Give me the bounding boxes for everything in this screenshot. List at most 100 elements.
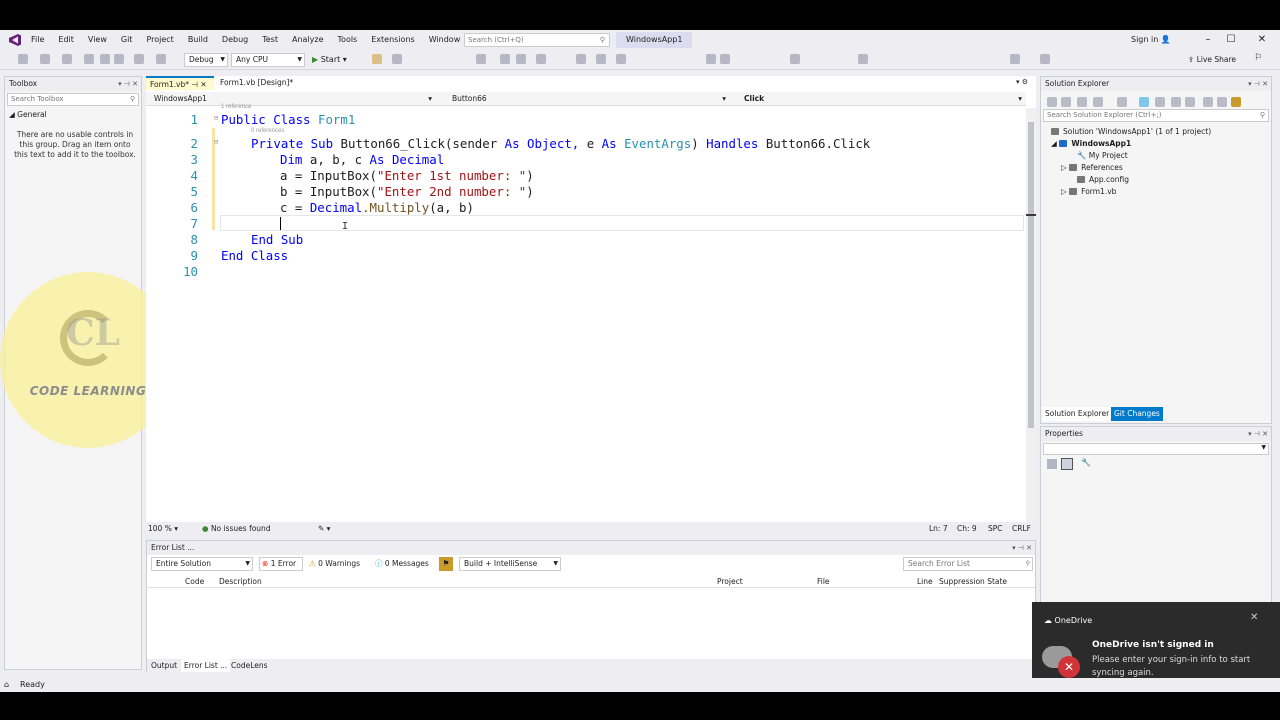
menu-build[interactable]: Build	[181, 30, 215, 50]
refresh-icon[interactable]	[1155, 97, 1165, 107]
menu-project[interactable]: Project	[139, 30, 180, 50]
sync-icon[interactable]	[1139, 97, 1149, 107]
global-search-input[interactable]: Search (Ctrl+Q) ⚲	[464, 33, 610, 47]
solution-config-select[interactable]: Debug ▼	[184, 53, 228, 67]
pending-changes-icon[interactable]	[1117, 97, 1127, 107]
format-icon[interactable]	[536, 54, 546, 64]
menu-edit[interactable]: Edit	[51, 30, 81, 50]
column-project[interactable]: Project	[717, 575, 743, 588]
codelens-reference[interactable]: 0 references	[251, 128, 284, 134]
maximize-button[interactable]: ☐	[1219, 30, 1243, 50]
tree-project[interactable]: ◢ WindowsApp1	[1051, 139, 1131, 148]
home-icon[interactable]	[1077, 97, 1087, 107]
indent-mode[interactable]: SPC	[988, 522, 1003, 536]
error-scope-select[interactable]: Entire Solution ▼	[151, 557, 253, 571]
column-code[interactable]: Code	[185, 575, 204, 588]
messages-filter-toggle[interactable]: ⓘ 0 Messages	[375, 557, 429, 571]
panel-controls[interactable]: ▾ ⊣ ✕	[1248, 427, 1268, 441]
brush-icon[interactable]: ✎ ▾	[318, 522, 330, 536]
solution-platform-select[interactable]: Any CPU ▼	[231, 53, 305, 67]
menu-debug[interactable]: Debug	[215, 30, 255, 50]
back-icon[interactable]	[1047, 97, 1057, 107]
menu-analyze[interactable]: Analyze	[285, 30, 331, 50]
codelens-reference[interactable]: 1 reference	[221, 104, 251, 110]
menu-test[interactable]: Test	[255, 30, 285, 50]
column-description[interactable]: Description	[219, 575, 262, 588]
editor-vertical-scrollbar[interactable]	[1026, 108, 1036, 522]
collapse-all-icon[interactable]	[1171, 97, 1181, 107]
tree-my-project[interactable]: 🔧 My Project	[1077, 151, 1128, 160]
toolbox-group-general[interactable]: ◢ General	[9, 110, 47, 119]
column-file[interactable]: File	[817, 575, 830, 588]
new-project-icon[interactable]	[62, 54, 72, 64]
grid-icon[interactable]	[720, 54, 730, 64]
close-window-button[interactable]: ✕	[1250, 30, 1274, 50]
menu-view[interactable]: View	[81, 30, 114, 50]
nav-object-dropdown[interactable]: Button66 ▾	[444, 93, 730, 105]
redo-icon[interactable]	[156, 54, 166, 64]
issues-indicator[interactable]: ● No issues found	[202, 522, 271, 536]
menu-extensions[interactable]: Extensions	[364, 30, 421, 50]
save-all-icon[interactable]	[114, 54, 124, 64]
tab-solution-explorer[interactable]: Solution Explorer	[1043, 407, 1112, 421]
menu-git[interactable]: Git	[114, 30, 140, 50]
pin-icon[interactable]: ⊣	[191, 80, 198, 89]
tab-form1-vb[interactable]: Form1.vb* ⊣ ✕	[146, 76, 214, 90]
properties-object-select[interactable]: ▼	[1043, 443, 1269, 455]
browse-icon[interactable]	[372, 54, 382, 64]
sign-in-link[interactable]: Sign in 👤	[1131, 30, 1171, 50]
tab-overflow-icon[interactable]: ▾ ⚙	[1016, 78, 1028, 86]
close-icon[interactable]: ✕	[1250, 612, 1258, 623]
categorized-icon[interactable]	[1047, 459, 1057, 469]
step-out-icon[interactable]	[516, 54, 526, 64]
navigate-back-icon[interactable]	[18, 54, 28, 64]
nav-event-dropdown[interactable]: Click ▾	[736, 93, 1026, 105]
forward-icon[interactable]	[1061, 97, 1071, 107]
nav-project-dropdown[interactable]: WindowsApp1 ▾	[146, 93, 436, 105]
toolbox-search-input[interactable]: Search Toolbox ⚲	[7, 93, 139, 106]
alphabetical-icon[interactable]	[1061, 458, 1073, 470]
step-into-icon[interactable]	[500, 54, 510, 64]
warnings-filter-toggle[interactable]: ⚠ 0 Warnings	[309, 557, 360, 571]
tab-error-list[interactable]: Error List ...	[181, 659, 231, 672]
spacing-icon[interactable]	[790, 54, 800, 64]
wrench-icon[interactable]: 🔧	[1081, 458, 1091, 467]
line-ending[interactable]: CRLF	[1012, 522, 1031, 536]
align-left-icon[interactable]	[576, 54, 586, 64]
align-center-icon[interactable]	[596, 54, 606, 64]
tab-form1-design[interactable]: Form1.vb [Design]* ⊣	[216, 76, 306, 101]
tree-app-config[interactable]: App.config	[1077, 175, 1129, 184]
tree-form1[interactable]: ▷ Form1.vb	[1061, 187, 1116, 196]
bookmark-icon[interactable]	[858, 54, 868, 64]
tab-output[interactable]: Output	[151, 659, 177, 672]
step-over-icon[interactable]	[476, 54, 486, 64]
start-button[interactable]: ▶ Start ▾	[312, 53, 347, 67]
tree-references[interactable]: ▷ References	[1061, 163, 1123, 172]
refresh-icon[interactable]	[1010, 54, 1020, 64]
close-icon[interactable]: ✕	[200, 80, 206, 89]
show-all-files-icon[interactable]	[1185, 97, 1195, 107]
code-text-area[interactable]: 1 2 3 4 5 6 7 8 9 10 ⊟ ⊟ 1 reference 0 r…	[146, 104, 1026, 492]
align-right-icon[interactable]	[616, 54, 626, 64]
menu-window[interactable]: Window	[422, 30, 468, 50]
menu-file[interactable]: File	[24, 30, 51, 50]
minimize-button[interactable]: –	[1196, 30, 1220, 50]
preview-icon[interactable]	[1231, 97, 1241, 107]
navigate-forward-icon[interactable]	[40, 54, 50, 64]
tree-solution[interactable]: Solution 'WindowsApp1' (1 of 1 project)	[1051, 127, 1211, 136]
build-filter-select[interactable]: Build + IntelliSense ▼	[459, 557, 561, 571]
undo-icon[interactable]	[134, 54, 144, 64]
hot-reload-icon[interactable]	[392, 54, 402, 64]
live-share-button[interactable]: ⇪ Live Share	[1188, 53, 1236, 67]
switch-views-icon[interactable]	[1093, 97, 1103, 107]
collapse-icon[interactable]: ⊟	[214, 114, 218, 122]
scrollbar-thumb[interactable]	[1028, 122, 1034, 428]
filter-icon[interactable]: ⚑	[439, 557, 453, 571]
panel-controls[interactable]: ▾ ⊣ ✕	[118, 77, 138, 91]
menu-tools[interactable]: Tools	[331, 30, 365, 50]
zoom-select[interactable]: 100 % ▾	[148, 522, 178, 536]
layout-icon[interactable]	[706, 54, 716, 64]
solution-search-input[interactable]: Search Solution Explorer (Ctrl+;) ⚲	[1043, 109, 1269, 122]
sync-icon[interactable]	[1040, 54, 1050, 64]
tab-codelens[interactable]: CodeLens	[231, 659, 268, 672]
